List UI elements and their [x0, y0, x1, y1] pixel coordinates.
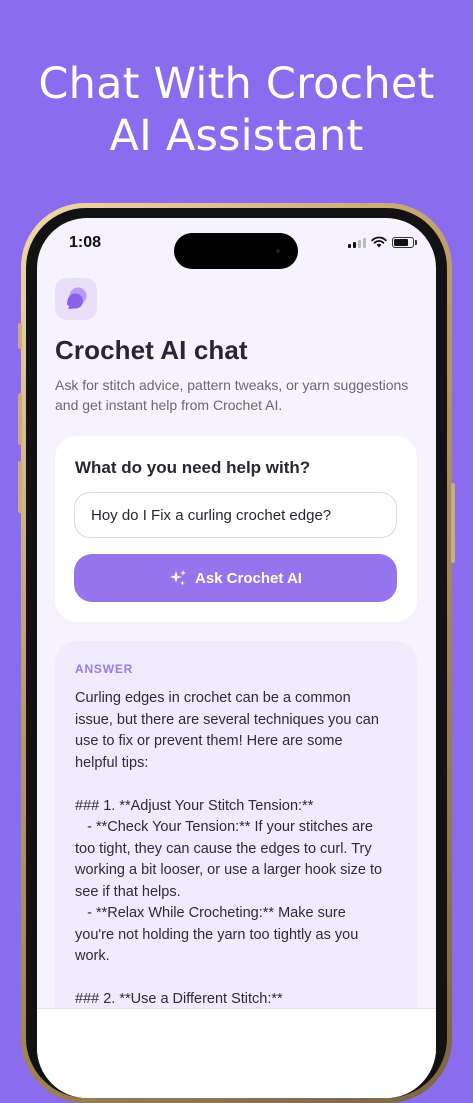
answer-line: you're not holding the yarn too tightly … — [75, 926, 359, 943]
dynamic-island — [174, 233, 298, 269]
camera-dot — [276, 249, 280, 253]
phone-frame: 1:08 Crochet AI chat Ask for stitch advi… — [18, 203, 455, 1103]
answer-line: too tight, they can cause the edges to c… — [75, 840, 372, 857]
answer-line — [75, 968, 399, 990]
answer-line: work. — [75, 948, 110, 964]
answer-line: - **Relax While Crocheting:** Make sure — [75, 905, 346, 921]
answer-text: Curling edges in crochet can be a common… — [75, 688, 399, 1011]
question-input[interactable] — [74, 492, 397, 538]
answer-line: - **Check Your Tension:** If your stitch… — [75, 819, 373, 835]
answer-line: ### 1. **Adjust Your Stitch Tension:** — [75, 797, 314, 814]
phone-volume-down — [18, 461, 22, 513]
wifi-icon — [371, 236, 387, 248]
ask-label: What do you need help with? — [75, 458, 311, 477]
answer-line: see if that helps. — [75, 883, 181, 900]
phone-volume-up — [18, 393, 22, 445]
answer-line — [75, 774, 399, 796]
phone-screen: 1:08 Crochet AI chat Ask for stitch advi… — [37, 218, 436, 1098]
answer-line: working a bit looser, or use a larger ho… — [75, 862, 383, 878]
answer-line: Curling edges in crochet can be a common — [75, 690, 351, 706]
page-subtitle: Ask for stitch advice, pattern tweaks, o… — [55, 377, 409, 413]
answer-line: helpful tips: — [75, 754, 149, 771]
headline-line-2: AI Assistant — [109, 111, 364, 161]
cellular-signal-icon — [348, 237, 366, 248]
marketing-headline: Chat With Crochet AI Assistant — [0, 58, 473, 162]
chat-bubbles-icon — [67, 287, 87, 309]
battery-icon — [392, 236, 417, 248]
sparkles-icon — [170, 570, 186, 586]
ask-card: What do you need help with? Ask Crochet … — [55, 436, 417, 622]
app-logo — [55, 278, 97, 320]
bottom-bar — [37, 1008, 436, 1098]
answer-label: ANSWER — [75, 662, 134, 676]
page-title: Crochet AI chat — [55, 335, 248, 365]
answer-line: issue, but there are several techniques … — [75, 711, 379, 728]
answer-line: use to fix or prevent them! Here are som… — [75, 733, 343, 749]
phone-side-button — [18, 323, 22, 349]
status-time: 1:08 — [69, 234, 102, 251]
headline-line-1: Chat With Crochet — [38, 59, 435, 109]
phone-power-button — [451, 483, 455, 563]
status-icons — [348, 236, 417, 248]
ask-crochet-ai-button[interactable]: Ask Crochet AI — [74, 554, 397, 602]
ask-button-label: Ask Crochet AI — [195, 569, 302, 587]
